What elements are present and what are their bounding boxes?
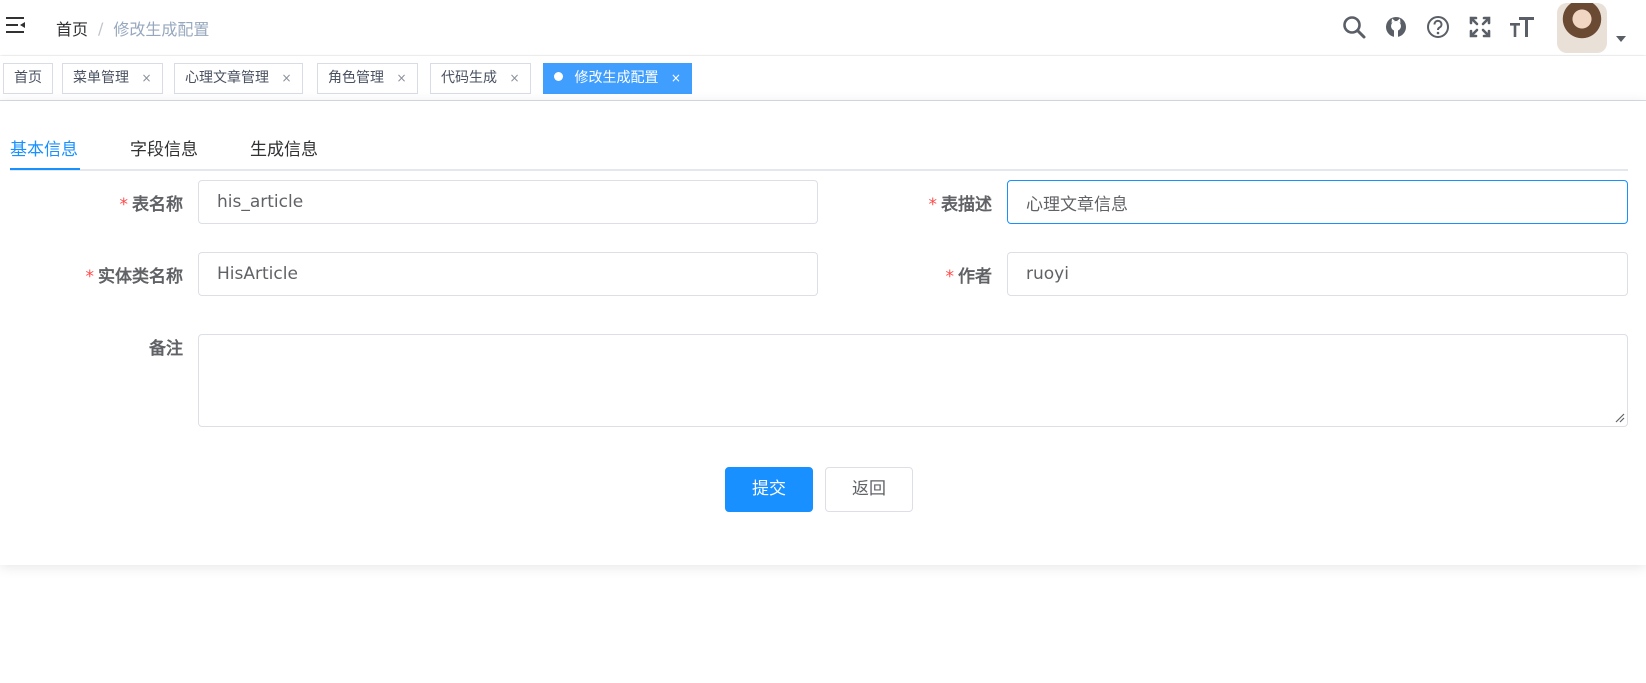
tab-field-info[interactable]: 字段信息 [130,135,198,160]
author-label: * 作者 [945,267,993,287]
tag-label: 代码生成 [441,70,497,86]
close-icon[interactable]: × [509,64,519,93]
remark-label: 备注 [149,339,183,359]
required-mark: * [945,267,955,287]
question-icon[interactable] [1425,14,1451,40]
table-comment-input[interactable] [1007,180,1628,224]
required-mark: * [928,195,938,215]
close-icon[interactable]: × [671,64,681,93]
tags-view: 首页 菜单管理 × 心理文章管理 × 角色管理 × 代码生成 × 修改生成配置 … [0,56,1646,101]
class-name-input[interactable] [198,252,818,296]
submit-button[interactable]: 提交 [725,467,813,512]
close-icon[interactable]: × [396,64,406,93]
close-icon[interactable]: × [141,64,151,93]
tag-label: 角色管理 [328,70,384,86]
tab-active-bar [10,168,80,170]
tag-home[interactable]: 首页 [3,63,53,94]
tag-label: 修改生成配置 [574,70,659,86]
tab-basic-info[interactable]: 基本信息 [10,135,78,160]
tag-code-generation[interactable]: 代码生成 × [430,63,531,94]
tab-generate-info[interactable]: 生成信息 [250,135,318,160]
required-mark: * [119,195,129,215]
class-name-label: * 实体类名称 [85,267,184,287]
close-icon[interactable]: × [281,64,291,93]
back-button[interactable]: 返回 [825,467,913,512]
active-dot-icon [554,72,563,81]
table-name-label: * 表名称 [119,195,184,215]
search-icon[interactable] [1341,14,1367,40]
table-name-input[interactable] [198,180,818,224]
tag-edit-gen-config[interactable]: 修改生成配置 × [543,63,692,94]
tabs: 基本信息 字段信息 生成信息 [10,121,1628,171]
tag-label: 首页 [14,70,42,86]
fullscreen-icon[interactable] [1467,14,1493,40]
tag-menu-management[interactable]: 菜单管理 × [62,63,163,94]
font-size-icon[interactable] [1509,14,1535,40]
tag-label: 心理文章管理 [185,70,269,86]
required-mark: * [85,267,95,287]
main-card: 基本信息 字段信息 生成信息 *表名称 *表描述 *实体类名称 *作者 备注 提… [0,101,1646,565]
breadcrumb-current: 修改生成配置 [113,20,210,39]
breadcrumb-home[interactable]: 首页 [56,16,88,40]
breadcrumb-separator: / [98,18,104,38]
hamburger-icon[interactable] [4,14,26,36]
navbar: 首页 / 修改生成配置 [0,0,1646,55]
caret-down-icon[interactable] [1616,35,1626,43]
breadcrumb: 首页 / 修改生成配置 [56,16,209,40]
author-input[interactable] [1007,252,1628,296]
tag-role-management[interactable]: 角色管理 × [317,63,418,94]
resize-handle-icon[interactable] [1615,413,1625,423]
github-icon[interactable] [1383,14,1409,40]
remark-textarea[interactable] [198,334,1628,427]
table-comment-label: * 表描述 [928,195,993,215]
tag-article-management[interactable]: 心理文章管理 × [174,63,303,94]
avatar[interactable] [1557,3,1607,53]
tag-label: 菜单管理 [73,70,129,86]
